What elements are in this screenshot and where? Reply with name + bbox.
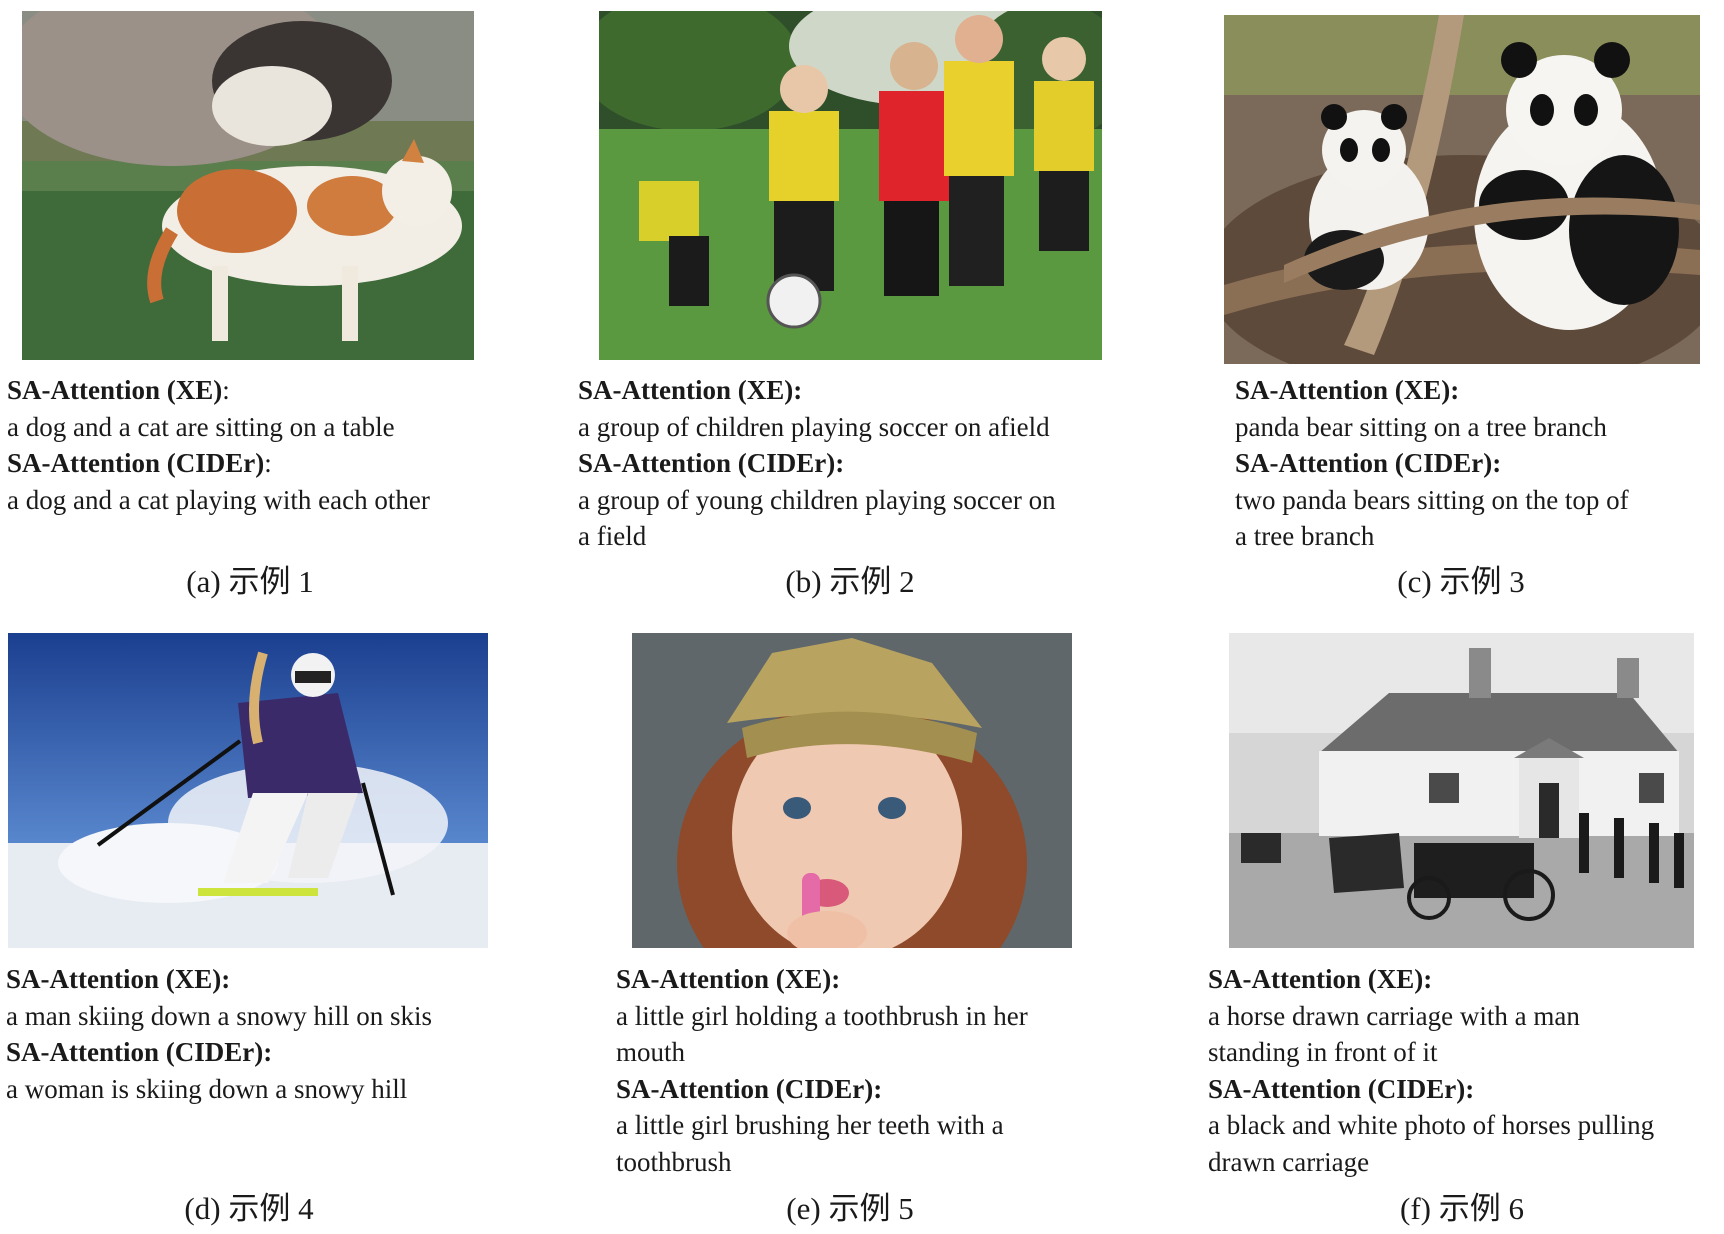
cider-heading: SA-Attention (CIDEr): <box>1208 1073 1475 1104</box>
caption-panel-f: SA-Attention (XE): a horse drawn carriag… <box>1208 961 1654 1180</box>
photo-horse-carriage <box>1229 633 1694 948</box>
xe-caption-line-2: mouth <box>616 1037 686 1067</box>
caption-panel-e: SA-Attention (XE): a little girl holding… <box>616 961 1028 1180</box>
caption-panel-a: SA-Attention (XE): a dog and a cat are s… <box>7 372 430 518</box>
cider-caption-line-1: a black and white photo of horses pullin… <box>1208 1110 1655 1140</box>
subcaption-e: (e) 示例 5 <box>786 1191 914 1226</box>
photo-children-soccer <box>599 11 1102 360</box>
xe-caption-line-1: a group of children playing soccer on af… <box>578 411 1050 442</box>
cider-caption-line-2: toothbrush <box>616 1146 732 1177</box>
cider-caption-line-2: a tree branch <box>1235 521 1375 551</box>
photo-girl-toothbrush <box>632 633 1072 948</box>
photo-panda-bears <box>1224 15 1700 364</box>
subcaption-c: (c) 示例 3 <box>1397 564 1525 599</box>
cider-heading: SA-Attention (CIDEr): <box>7 448 272 478</box>
cider-caption-line-1: a dog and a cat playing with each other <box>7 484 430 515</box>
subcaption-f: (f) 示例 6 <box>1400 1191 1524 1226</box>
xe-heading: SA-Attention (XE): <box>616 964 841 994</box>
xe-caption-line-1: a dog and a cat are sitting on a table <box>7 411 395 442</box>
caption-panel-d: SA-Attention (XE): a man skiing down a s… <box>6 961 432 1107</box>
xe-heading: SA-Attention (XE): <box>1208 964 1433 994</box>
cider-caption-line-1: a woman is skiing down a snowy hill <box>6 1073 408 1104</box>
xe-caption-line-1: a little girl holding a toothbrush in he… <box>616 1000 1028 1031</box>
xe-caption-line-1: a horse drawn carriage with a man <box>1208 1000 1580 1031</box>
cider-caption-line-1: a group of young children playing soccer… <box>578 484 1056 515</box>
subcaption-d: (d) 示例 4 <box>184 1191 314 1226</box>
caption-panel-c: SA-Attention (XE): panda bear sitting on… <box>1235 372 1629 555</box>
cider-caption-line-1: a little girl brushing her teeth with a <box>616 1110 1004 1140</box>
xe-caption-line-1: panda bear sitting on a tree branch <box>1235 411 1607 442</box>
xe-heading: SA-Attention (XE): <box>578 375 803 405</box>
cider-heading: SA-Attention (CIDEr): <box>6 1037 273 1067</box>
xe-caption-line-1: a man skiing down a snowy hill on skis <box>6 1000 432 1031</box>
cider-caption-line-2: a field <box>578 521 647 551</box>
cider-caption-line-1: two panda bears sitting on the top of <box>1235 484 1629 515</box>
cider-heading: SA-Attention (CIDEr): <box>578 448 845 478</box>
photo-woman-skiing <box>8 633 488 948</box>
xe-heading: SA-Attention (XE): <box>7 375 230 405</box>
xe-heading: SA-Attention (XE): <box>1235 375 1460 405</box>
subcaption-a: (a) 示例 1 <box>186 564 314 599</box>
caption-panel-b: SA-Attention (XE): a group of children p… <box>578 372 1056 555</box>
photo-dog-and-cat <box>22 11 474 360</box>
cider-heading: SA-Attention (CIDEr): <box>1235 448 1502 478</box>
cider-heading: SA-Attention (CIDEr): <box>616 1073 883 1104</box>
cider-caption-line-2: drawn carriage <box>1208 1146 1370 1177</box>
xe-heading: SA-Attention (XE): <box>6 964 231 994</box>
subcaption-b: (b) 示例 2 <box>785 564 915 599</box>
xe-caption-line-2: standing in front of it <box>1208 1037 1438 1067</box>
